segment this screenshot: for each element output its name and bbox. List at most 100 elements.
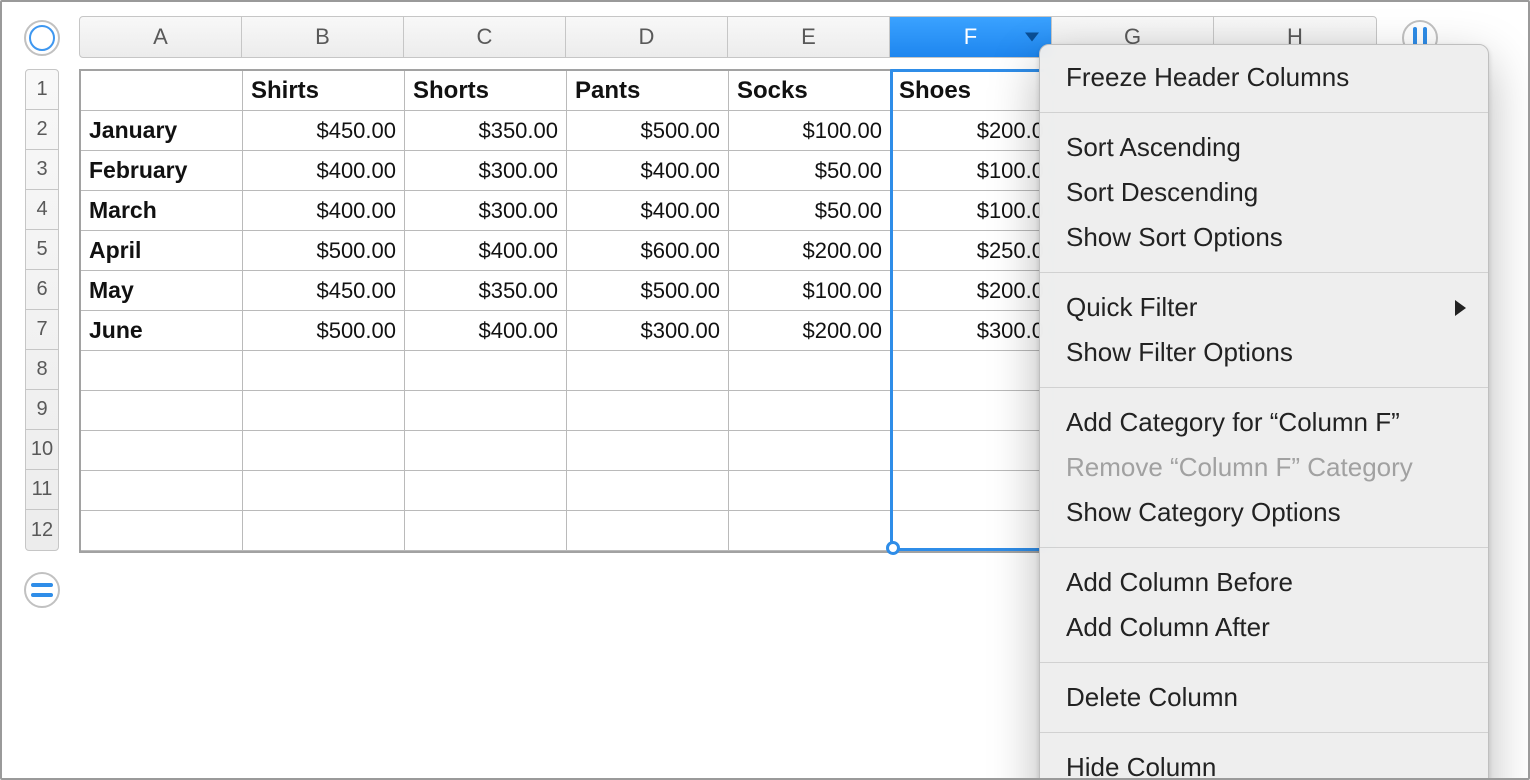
menu-item-sort-descending[interactable]: Sort Descending xyxy=(1040,170,1488,215)
row-header-3[interactable]: 3 xyxy=(26,150,58,190)
table-cell[interactable]: $350.00 xyxy=(405,111,567,151)
table-header-cell[interactable]: Pants xyxy=(567,71,729,111)
row-header-11[interactable]: 11 xyxy=(26,470,58,510)
table-cell[interactable]: $450.00 xyxy=(243,271,405,311)
column-header-c[interactable]: C xyxy=(404,17,566,57)
table-cell[interactable]: $500.00 xyxy=(243,231,405,271)
row-header-9[interactable]: 9 xyxy=(26,390,58,430)
row-header-7[interactable]: 7 xyxy=(26,310,58,350)
table-cell-empty[interactable] xyxy=(729,391,891,431)
table-cell[interactable]: $600.00 xyxy=(567,231,729,271)
table-cell-empty[interactable] xyxy=(729,431,891,471)
table-header-cell[interactable]: Shirts xyxy=(243,71,405,111)
menu-item-hide-column[interactable]: Hide Column xyxy=(1040,745,1488,780)
table-cell[interactable]: $200.0 xyxy=(891,111,1053,151)
table-cell-empty[interactable] xyxy=(81,471,243,511)
table-header-cell[interactable]: Shorts xyxy=(405,71,567,111)
table-cell[interactable]: $200.00 xyxy=(729,231,891,271)
table-cell-empty[interactable] xyxy=(567,511,729,551)
table-cell-empty[interactable] xyxy=(405,391,567,431)
column-header-e[interactable]: E xyxy=(728,17,890,57)
table-cell-empty[interactable] xyxy=(891,431,1053,471)
row-header-10[interactable]: 10 xyxy=(26,430,58,470)
table-cell-empty[interactable] xyxy=(81,391,243,431)
row-header-4[interactable]: 4 xyxy=(26,190,58,230)
table-cell-empty[interactable] xyxy=(729,511,891,551)
table-cell[interactable]: $500.00 xyxy=(567,271,729,311)
table-cell-empty[interactable] xyxy=(405,431,567,471)
table-cell-empty[interactable] xyxy=(243,391,405,431)
table-cell[interactable]: $500.00 xyxy=(567,111,729,151)
table-cell[interactable]: $400.00 xyxy=(243,191,405,231)
table-cell[interactable]: $450.00 xyxy=(243,111,405,151)
table-cell-empty[interactable] xyxy=(729,471,891,511)
menu-item-sort-ascending[interactable]: Sort Ascending xyxy=(1040,125,1488,170)
table-cell-empty[interactable] xyxy=(81,511,243,551)
menu-item-delete-column[interactable]: Delete Column xyxy=(1040,675,1488,720)
menu-item-show-category-options[interactable]: Show Category Options xyxy=(1040,490,1488,535)
table-cell-empty[interactable] xyxy=(405,351,567,391)
table-cell[interactable]: $50.00 xyxy=(729,151,891,191)
table-cell-empty[interactable] xyxy=(81,351,243,391)
table-cell[interactable]: $400.00 xyxy=(405,231,567,271)
menu-item-add-category-for-column-f[interactable]: Add Category for “Column F” xyxy=(1040,400,1488,445)
column-header-b[interactable]: B xyxy=(242,17,404,57)
table-cell-empty[interactable] xyxy=(891,511,1053,551)
table-cell-empty[interactable] xyxy=(567,471,729,511)
table-cell[interactable]: $500.00 xyxy=(243,311,405,351)
table-cell[interactable]: $400.00 xyxy=(243,151,405,191)
chevron-down-icon[interactable] xyxy=(1025,33,1039,42)
row-header-5[interactable]: 5 xyxy=(26,230,58,270)
table-cell[interactable]: $250.0 xyxy=(891,231,1053,271)
table-header-cell[interactable]: Shoes xyxy=(891,71,1053,111)
table-row-label[interactable]: February xyxy=(81,151,243,191)
table-cell-empty[interactable] xyxy=(405,471,567,511)
table-cell-empty[interactable] xyxy=(891,391,1053,431)
table-cell-empty[interactable] xyxy=(891,471,1053,511)
menu-item-add-column-after[interactable]: Add Column After xyxy=(1040,605,1488,650)
table-cell-empty[interactable] xyxy=(243,431,405,471)
table-cell[interactable]: $100.0 xyxy=(891,191,1053,231)
table-cell[interactable]: $100.0 xyxy=(891,151,1053,191)
column-header-a[interactable]: A xyxy=(80,17,242,57)
table-row-label[interactable]: June xyxy=(81,311,243,351)
row-header-8[interactable]: 8 xyxy=(26,350,58,390)
table-cell[interactable]: $300.00 xyxy=(567,311,729,351)
table-cell[interactable]: $200.0 xyxy=(891,271,1053,311)
menu-item-freeze-header-columns[interactable]: Freeze Header Columns xyxy=(1040,55,1488,100)
select-all-handle[interactable] xyxy=(24,20,60,56)
menu-item-show-sort-options[interactable]: Show Sort Options xyxy=(1040,215,1488,260)
table-cell[interactable]: $100.00 xyxy=(729,271,891,311)
table-row-label[interactable]: May xyxy=(81,271,243,311)
row-header-2[interactable]: 2 xyxy=(26,110,58,150)
table-header-cell[interactable] xyxy=(81,71,243,111)
row-header-6[interactable]: 6 xyxy=(26,270,58,310)
table-cell[interactable]: $50.00 xyxy=(729,191,891,231)
table-cell-empty[interactable] xyxy=(567,431,729,471)
table-cell-empty[interactable] xyxy=(729,351,891,391)
table-cell-empty[interactable] xyxy=(567,351,729,391)
table-cell-empty[interactable] xyxy=(243,471,405,511)
column-header-d[interactable]: D xyxy=(566,17,728,57)
table-row-label[interactable]: March xyxy=(81,191,243,231)
table-cell[interactable]: $350.00 xyxy=(405,271,567,311)
menu-item-quick-filter[interactable]: Quick Filter xyxy=(1040,285,1488,330)
table-cell-empty[interactable] xyxy=(81,431,243,471)
table-cell-empty[interactable] xyxy=(567,391,729,431)
table-cell[interactable]: $200.00 xyxy=(729,311,891,351)
table-cell-empty[interactable] xyxy=(891,351,1053,391)
table-header-cell[interactable]: Socks xyxy=(729,71,891,111)
table-row-label[interactable]: April xyxy=(81,231,243,271)
table-cell[interactable]: $300.0 xyxy=(891,311,1053,351)
table-row-label[interactable]: January xyxy=(81,111,243,151)
table-cell-empty[interactable] xyxy=(243,351,405,391)
row-header-12[interactable]: 12 xyxy=(26,510,58,550)
table-cell-empty[interactable] xyxy=(243,511,405,551)
table-cell-empty[interactable] xyxy=(405,511,567,551)
column-header-f[interactable]: F xyxy=(890,17,1052,57)
table-cell[interactable]: $300.00 xyxy=(405,151,567,191)
table-cell[interactable]: $400.00 xyxy=(567,151,729,191)
table-cell[interactable]: $400.00 xyxy=(405,311,567,351)
menu-item-show-filter-options[interactable]: Show Filter Options xyxy=(1040,330,1488,375)
add-rows-handle[interactable] xyxy=(24,572,60,608)
